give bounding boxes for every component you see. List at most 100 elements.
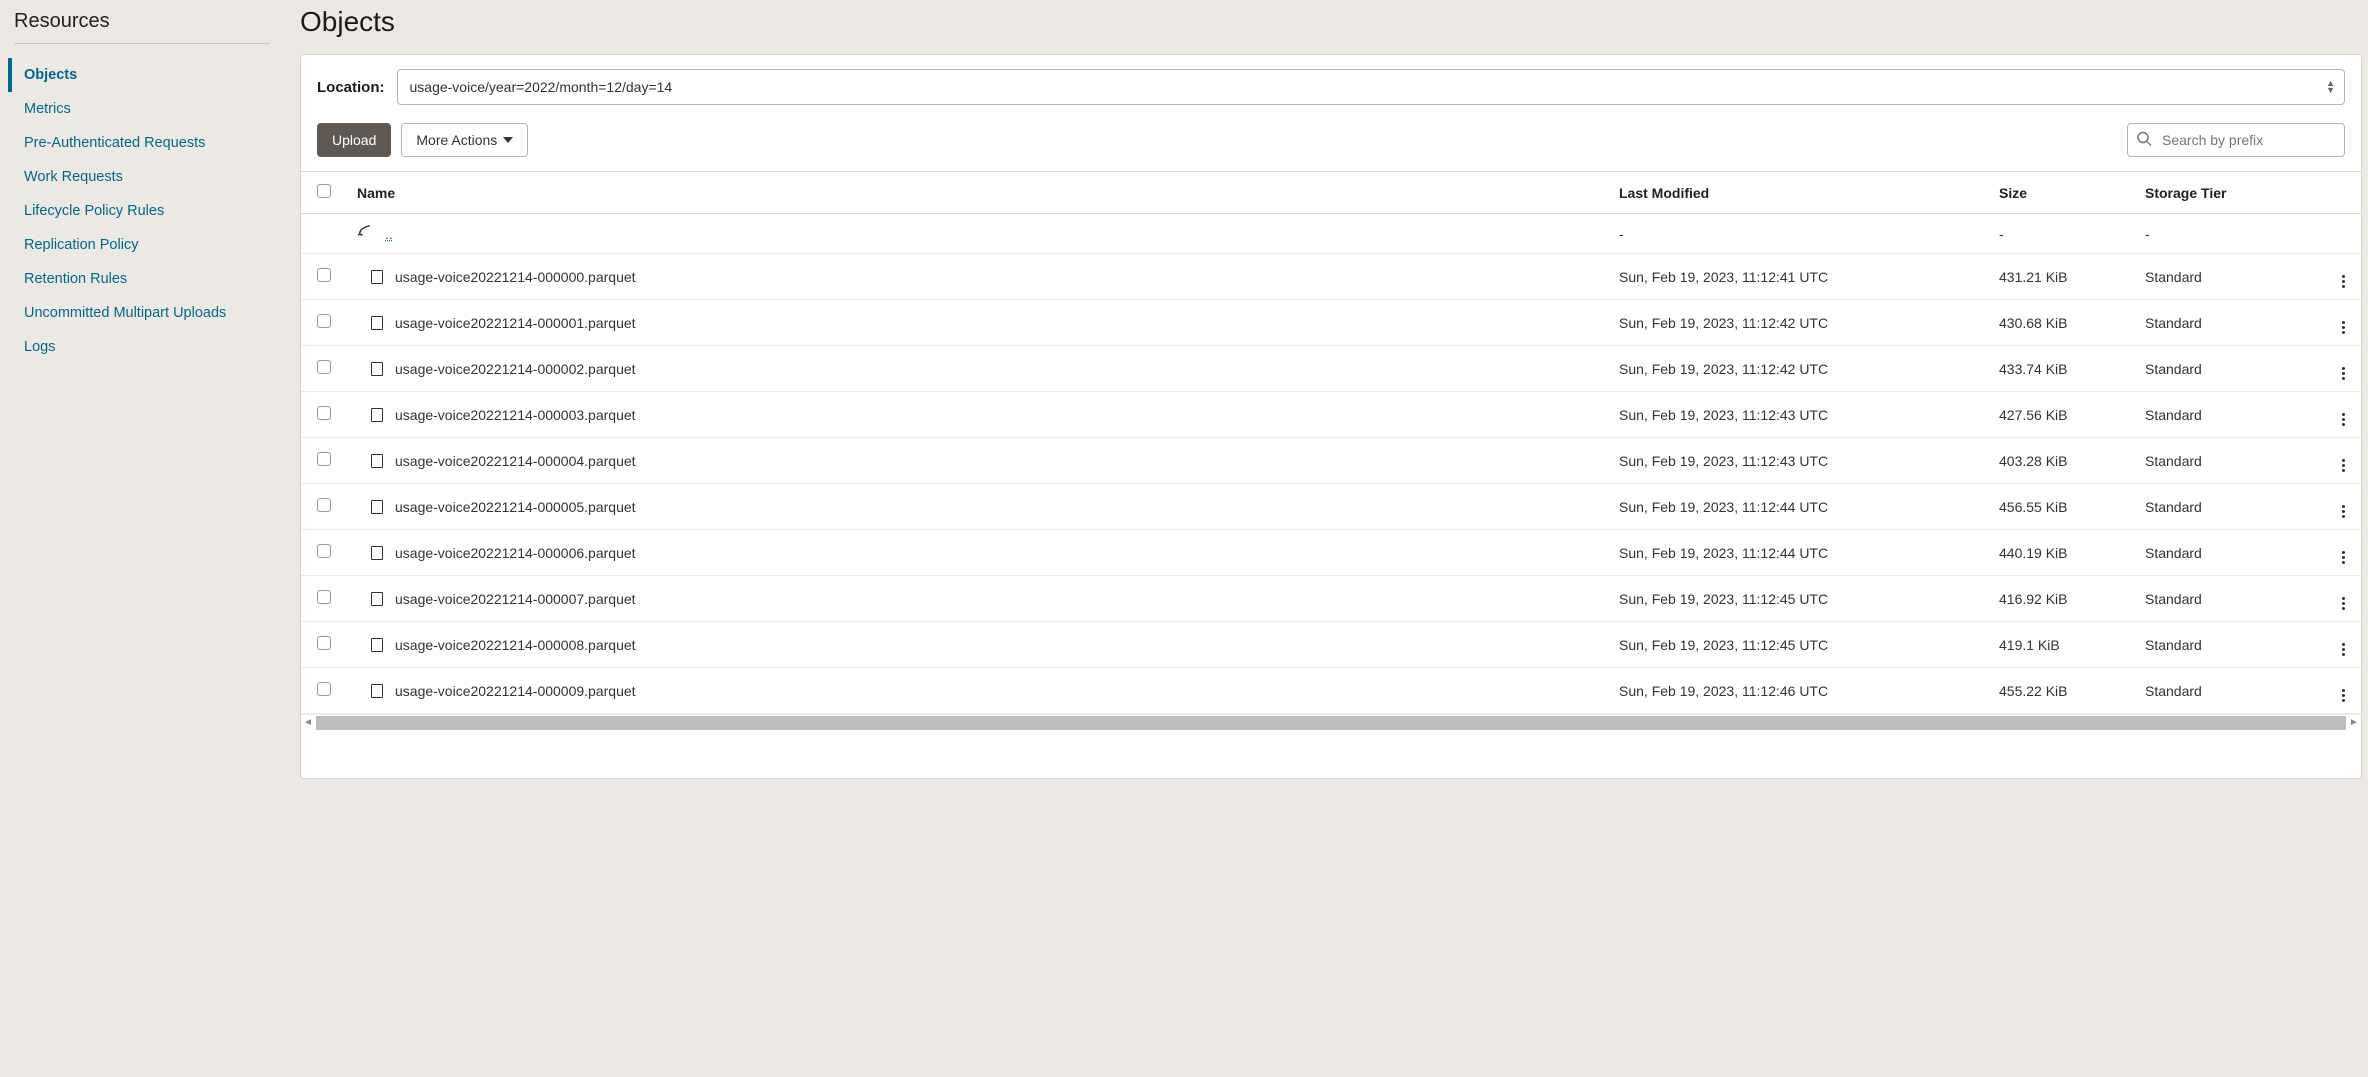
sidebar-item-replication-policy[interactable]: Replication Policy <box>8 228 276 262</box>
object-name[interactable]: usage-voice20221214-000006.parquet <box>395 545 636 561</box>
cell-size: 416.92 KiB <box>1989 576 2135 622</box>
row-actions-menu-icon[interactable] <box>2342 459 2345 472</box>
sidebar-item-uncommitted-multipart-uploads[interactable]: Uncommitted Multipart Uploads <box>8 296 276 330</box>
row-actions-menu-icon[interactable] <box>2342 643 2345 656</box>
object-name[interactable]: usage-voice20221214-000009.parquet <box>395 683 636 699</box>
cell-tier: Standard <box>2135 438 2325 484</box>
file-icon <box>371 638 383 652</box>
objects-tbody: ..---usage-voice20221214-000000.parquetS… <box>301 214 2361 714</box>
sidebar-item-metrics[interactable]: Metrics <box>8 92 276 126</box>
more-actions-label: More Actions <box>416 132 497 148</box>
cell-size: 427.56 KiB <box>1989 392 2135 438</box>
cell-size: 403.28 KiB <box>1989 438 2135 484</box>
header-checkbox-cell <box>301 172 347 214</box>
sidebar-item-pre-authenticated-requests[interactable]: Pre-Authenticated Requests <box>8 126 276 160</box>
location-label: Location: <box>317 79 385 96</box>
parent-folder-row[interactable]: ..--- <box>301 214 2361 254</box>
row-checkbox[interactable] <box>317 452 331 466</box>
column-header-size[interactable]: Size <box>1989 172 2135 214</box>
table-row: usage-voice20221214-000008.parquetSun, F… <box>301 622 2361 668</box>
row-checkbox[interactable] <box>317 314 331 328</box>
column-header-name[interactable]: Name <box>347 172 1609 214</box>
more-actions-button[interactable]: More Actions <box>401 123 528 157</box>
object-name[interactable]: usage-voice20221214-000001.parquet <box>395 315 636 331</box>
cell-size: 419.1 KiB <box>1989 622 2135 668</box>
table-row: usage-voice20221214-000006.parquet Sun, F… <box>301 530 2361 576</box>
sidebar: Resources ObjectsMetricsPre-Authenticate… <box>8 6 276 1071</box>
sidebar-item-retention-rules[interactable]: Retention Rules <box>8 262 276 296</box>
location-input-wrapper: ▲▼ <box>397 69 2346 105</box>
chevron-up-down-icon[interactable]: ▲▼ <box>2326 80 2335 94</box>
search-icon <box>2136 131 2152 150</box>
file-icon <box>371 592 383 606</box>
file-icon <box>371 684 383 698</box>
cell-size: 430.68 KiB <box>1989 300 2135 346</box>
sidebar-item-lifecycle-policy-rules[interactable]: Lifecycle Policy Rules <box>8 194 276 228</box>
column-header-last-modified[interactable]: Last Modified <box>1609 172 1989 214</box>
object-name[interactable]: usage-voice20221214-000004.parquet <box>395 453 636 469</box>
location-input[interactable] <box>397 69 2346 105</box>
select-all-checkbox[interactable] <box>317 184 331 198</box>
cell-tier: Standard <box>2135 254 2325 300</box>
cell-tier: Standard <box>2135 530 2325 576</box>
horizontal-scrollbar[interactable]: ◄ ► <box>301 714 2361 730</box>
cell-last-modified: Sun, Feb 19, 2023, 11:12:44 UTC <box>1609 530 1989 576</box>
row-actions-menu-icon[interactable] <box>2342 275 2345 288</box>
sidebar-title: Resources <box>14 10 276 33</box>
object-name[interactable]: usage-voice20221214-000002.parquet <box>395 361 636 377</box>
page-title: Objects <box>300 6 2362 38</box>
toolbar: Upload More Actions <box>301 119 2361 171</box>
table-row: usage-voice20221214-000002.parquetSun, F… <box>301 346 2361 392</box>
file-icon <box>371 546 383 560</box>
row-actions-menu-icon[interactable] <box>2342 367 2345 380</box>
row-actions-menu-icon[interactable] <box>2342 505 2345 518</box>
cell-tier: Standard <box>2135 668 2325 714</box>
row-checkbox[interactable] <box>317 682 331 696</box>
object-name[interactable]: usage-voice20221214-000003.parquet <box>395 407 636 423</box>
parent-folder-link[interactable]: .. <box>385 226 393 242</box>
column-header-storage-tier[interactable]: Storage Tier <box>2135 172 2325 214</box>
objects-panel: Location: ▲▼ Upload More Actions <box>300 54 2362 779</box>
table-row: usage-voice20221214-000003.parquet Sun, F… <box>301 392 2361 438</box>
cell-last-modified: Sun, Feb 19, 2023, 11:12:43 UTC <box>1609 438 1989 484</box>
row-actions-menu-icon[interactable] <box>2342 689 2345 702</box>
row-actions-menu-icon[interactable] <box>2342 321 2345 334</box>
file-icon <box>371 500 383 514</box>
row-actions-menu-icon[interactable] <box>2342 413 2345 426</box>
sidebar-item-work-requests[interactable]: Work Requests <box>8 160 276 194</box>
cell-size: 431.21 KiB <box>1989 254 2135 300</box>
row-checkbox[interactable] <box>317 590 331 604</box>
objects-table: Name Last Modified Size Storage Tier .. -… <box>301 171 2361 714</box>
object-name[interactable]: usage-voice20221214-000000.parquet <box>395 269 636 285</box>
file-icon <box>371 454 383 468</box>
row-checkbox[interactable] <box>317 498 331 512</box>
sidebar-item-objects[interactable]: Objects <box>8 58 276 92</box>
object-name[interactable]: usage-voice20221214-000005.parquet <box>395 499 636 515</box>
cell-size: 440.19 KiB <box>1989 530 2135 576</box>
table-row: usage-voice20221214-000000.parquetSun, F… <box>301 254 2361 300</box>
table-row: usage-voice20221214-000009.parquet Sun, F… <box>301 668 2361 714</box>
file-icon <box>371 270 383 284</box>
cell-last-modified: Sun, Feb 19, 2023, 11:12:46 UTC <box>1609 668 1989 714</box>
cell-tier: Standard <box>2135 300 2325 346</box>
sidebar-item-logs[interactable]: Logs <box>8 330 276 364</box>
row-checkbox[interactable] <box>317 268 331 282</box>
row-checkbox[interactable] <box>317 360 331 374</box>
object-name[interactable]: usage-voice20221214-000007.parquet <box>395 591 636 607</box>
row-checkbox[interactable] <box>317 406 331 420</box>
cell-tier: Standard <box>2135 484 2325 530</box>
sidebar-divider <box>14 43 270 44</box>
row-actions-menu-icon[interactable] <box>2342 597 2345 610</box>
cell-size: 456.55 KiB <box>1989 484 2135 530</box>
object-name[interactable]: usage-voice20221214-000008.parquet <box>395 637 636 653</box>
cell-size: 455.22 KiB <box>1989 668 2135 714</box>
search-input[interactable] <box>2127 123 2345 157</box>
cell-last-modified: Sun, Feb 19, 2023, 11:12:43 UTC <box>1609 392 1989 438</box>
row-checkbox[interactable] <box>317 636 331 650</box>
row-actions-menu-icon[interactable] <box>2342 551 2345 564</box>
cell-last-modified: - <box>1609 214 1989 254</box>
table-row: usage-voice20221214-000007.parquetSun, F… <box>301 576 2361 622</box>
cell-size: - <box>1989 214 2135 254</box>
row-checkbox[interactable] <box>317 544 331 558</box>
upload-button[interactable]: Upload <box>317 123 391 157</box>
